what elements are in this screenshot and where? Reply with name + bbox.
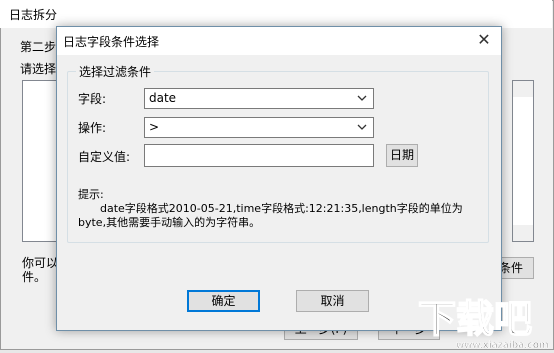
background-note-line2: 件。	[22, 270, 47, 284]
chevron-down-icon	[357, 124, 367, 130]
background-prompt-label: 请选择	[20, 62, 57, 76]
field-select-value: date	[149, 91, 177, 105]
dialog-title: 日志字段条件选择	[63, 35, 160, 49]
filter-dialog: 日志字段条件选择 ✕ 选择过滤条件 字段: date 操作: > 自定义值: 日…	[56, 26, 502, 331]
svg-text:下载吧: 下载吧	[418, 297, 532, 341]
operation-label: 操作:	[78, 121, 107, 135]
tip-line-1: date字段格式2010-05-21,time字段格式:12:21:35,len…	[100, 202, 463, 215]
dialog-title-bar: 日志字段条件选择 ✕	[57, 27, 501, 55]
filter-condition-group: 选择过滤条件 字段: date 操作: > 自定义值: 日期 提示: date字…	[67, 63, 489, 243]
field-label: 字段:	[78, 92, 107, 106]
chevron-down-icon	[357, 95, 367, 101]
ok-button[interactable]: 确定	[187, 290, 260, 312]
close-icon[interactable]: ✕	[475, 31, 493, 49]
operation-select-value: >	[149, 120, 160, 134]
scroll-up-arrow[interactable]	[513, 81, 533, 97]
cancel-button[interactable]: 取消	[296, 290, 369, 312]
background-list-scrollbar[interactable]	[512, 80, 534, 242]
watermark-logo: 下载吧 www.xiazaiba.com	[410, 290, 552, 351]
field-select[interactable]: date	[144, 88, 374, 109]
tip-line-2: byte,其他需要手动输入的为字符串。	[78, 216, 261, 229]
group-title: 选择过滤条件	[76, 63, 155, 80]
scroll-down-arrow[interactable]	[513, 225, 533, 241]
svg-text:www.xiazaiba.com: www.xiazaiba.com	[456, 340, 549, 350]
background-title-bar: 日志拆分	[0, 0, 552, 28]
operation-select[interactable]: >	[144, 117, 374, 138]
custom-value-label: 自定义值:	[78, 150, 131, 164]
background-window-title: 日志拆分	[9, 8, 58, 22]
date-button[interactable]: 日期	[386, 144, 418, 167]
background-step-label: 第二步	[20, 40, 57, 54]
custom-value-input[interactable]	[144, 144, 374, 167]
tip-label: 提示:	[78, 188, 104, 201]
xiazaiba-logo-icon: 下载吧 www.xiazaiba.com	[417, 296, 549, 351]
